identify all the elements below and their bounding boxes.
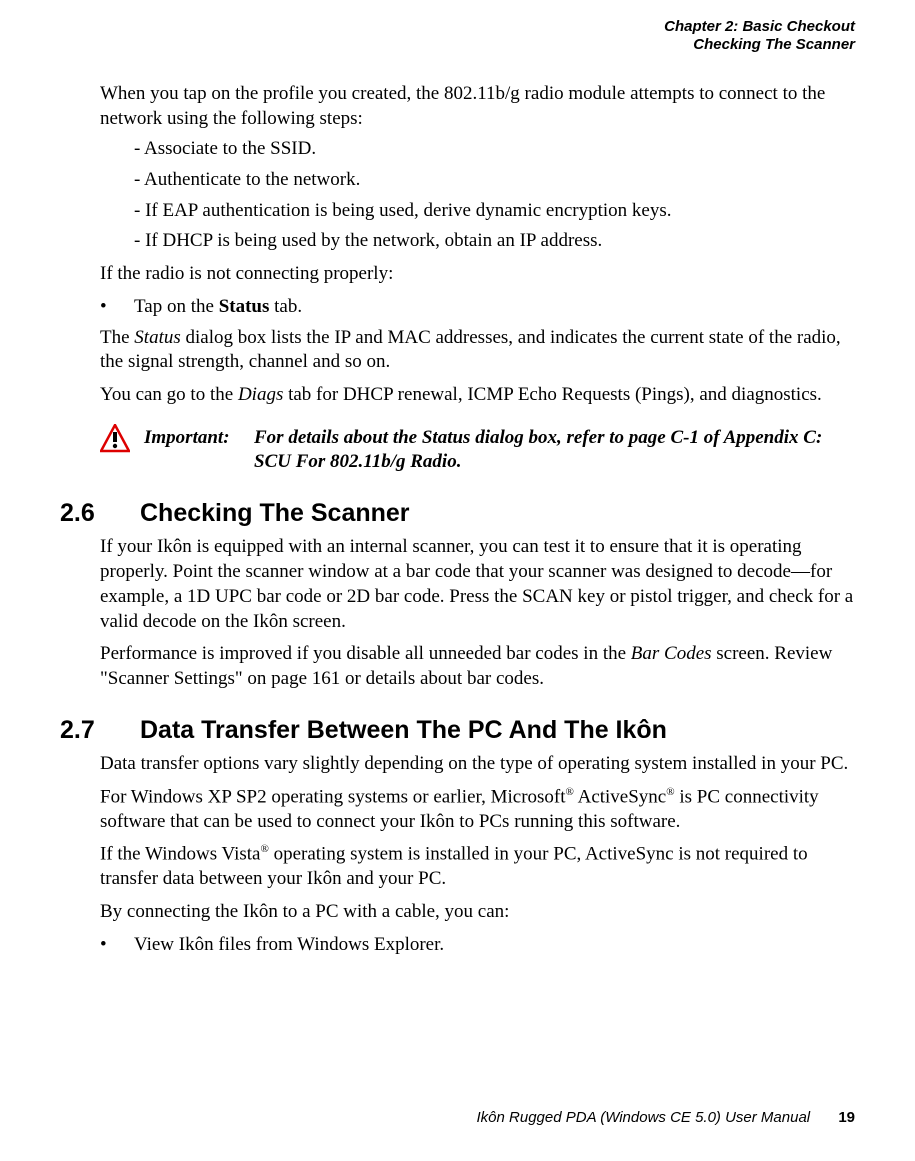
section-heading-2-6: 2.6 Checking The Scanner: [100, 497, 855, 530]
page-footer: Ikôn Rugged PDA (Windows CE 5.0) User Ma…: [477, 1108, 855, 1128]
important-label: Important:: [144, 426, 254, 451]
header-section: Checking The Scanner: [60, 36, 855, 54]
section-2-7-p3: If the Windows Vista® operating system i…: [100, 842, 855, 892]
bullet-item: • Tap on the Status tab.: [100, 295, 855, 320]
section-heading-2-7: 2.7 Data Transfer Between The PC And The…: [100, 714, 855, 747]
bullet-text: Tap on the Status tab.: [134, 295, 302, 320]
section-2-6-p2: Performance is improved if you disable a…: [100, 642, 855, 691]
section-number: 2.7: [60, 714, 140, 747]
section-2-7-p1: Data transfer options vary slightly depe…: [100, 752, 855, 777]
section-title: Checking The Scanner: [140, 497, 410, 530]
intro-paragraph: When you tap on the profile you created,…: [100, 82, 855, 131]
not-connecting-paragraph: If the radio is not connecting properly:: [100, 262, 855, 287]
header-chapter: Chapter 2: Basic Checkout: [60, 18, 855, 36]
step-item: - Associate to the SSID.: [134, 137, 855, 162]
connection-steps-list: - Associate to the SSID. - Authenticate …: [134, 137, 855, 254]
footer-title: Ikôn Rugged PDA (Windows CE 5.0) User Ma…: [477, 1109, 811, 1126]
registered-icon: ®: [260, 843, 268, 855]
registered-icon: ®: [566, 786, 574, 798]
registered-icon: ®: [666, 786, 674, 798]
step-item: - If DHCP is being used by the network, …: [134, 229, 855, 254]
bullet-item: • View Ikôn files from Windows Explorer.: [100, 933, 855, 958]
step-item: - If EAP authentication is being used, d…: [134, 199, 855, 224]
bullet-text: View Ikôn files from Windows Explorer.: [134, 933, 444, 958]
page-header: Chapter 2: Basic Checkout Checking The S…: [60, 18, 855, 54]
warning-icon: [100, 424, 142, 454]
section-title: Data Transfer Between The PC And The Ikô…: [140, 714, 667, 747]
section-2-7-p4: By connecting the Ikôn to a PC with a ca…: [100, 900, 855, 925]
section-2-7-p2: For Windows XP SP2 operating systems or …: [100, 785, 855, 835]
bullet-icon: •: [100, 295, 134, 320]
step-item: - Authenticate to the network.: [134, 168, 855, 193]
status-paragraph: The Status dialog box lists the IP and M…: [100, 326, 855, 375]
diags-paragraph: You can go to the Diags tab for DHCP ren…: [100, 383, 855, 408]
bullet-icon: •: [100, 933, 134, 958]
important-callout: Important: For details about the Status …: [100, 426, 855, 475]
section-number: 2.6: [60, 497, 140, 530]
section-2-6-p1: If your Ikôn is equipped with an interna…: [100, 535, 855, 634]
important-text: For details about the Status dialog box,…: [254, 426, 855, 475]
footer-page-number: 19: [838, 1109, 855, 1126]
